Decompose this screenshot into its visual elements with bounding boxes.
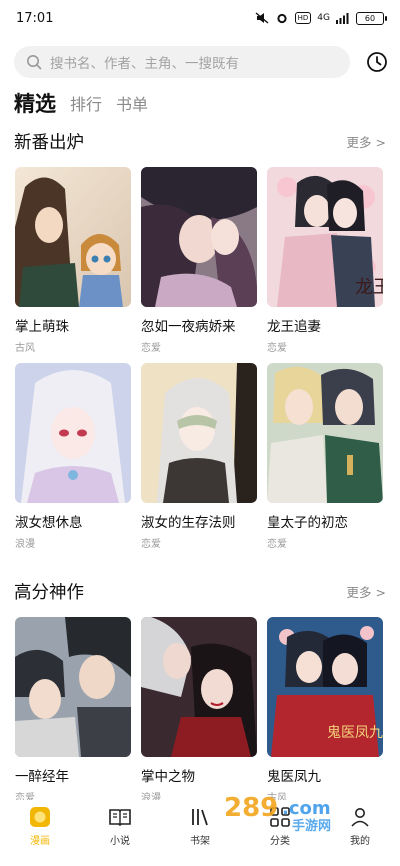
comic-cover[interactable]: [141, 617, 257, 757]
nav-novel[interactable]: 小说: [80, 800, 160, 866]
status-icons: HD 4G 60: [255, 11, 387, 25]
nav-comic[interactable]: 漫画: [0, 800, 80, 866]
comic-icon: [30, 807, 50, 827]
comic-card[interactable]: 掌中之物 浪漫: [141, 617, 257, 804]
tab-ranking[interactable]: 排行: [70, 91, 102, 118]
comic-genre: 恋爱: [141, 539, 161, 550]
comic-genre: 浪漫: [15, 539, 35, 550]
status-bar: 17:01 HD 4G 60: [0, 0, 400, 36]
history-clock-icon[interactable]: [366, 51, 388, 73]
comic-title[interactable]: 龙王追妻: [267, 315, 383, 335]
signal-icon: [336, 12, 350, 24]
comic-card[interactable]: 龙王 龙王追妻 恋爱: [267, 167, 383, 354]
comic-card[interactable]: 忽如一夜病娇来 恋爱: [141, 167, 257, 354]
comic-cover[interactable]: 鬼医凤九: [267, 617, 383, 757]
comic-cover[interactable]: [15, 617, 131, 757]
section-title: 高分神作: [14, 582, 84, 603]
search-placeholder: 搜书名、作者、主角、一搜既有: [50, 56, 239, 72]
more-link[interactable]: 更多 >: [347, 132, 386, 151]
comic-card[interactable]: 掌上萌珠 古风: [15, 167, 131, 354]
hd-badge: HD: [294, 12, 312, 24]
search-icon: [27, 55, 42, 70]
comic-genre: 恋爱: [267, 539, 287, 550]
comic-cover[interactable]: [141, 167, 257, 307]
more-link[interactable]: 更多 >: [347, 582, 386, 601]
alarm-icon: [275, 12, 289, 24]
comic-title[interactable]: 鬼医凤九: [267, 765, 383, 785]
status-time: 17:01: [16, 10, 54, 26]
top-tabs: 精选 排行 书单: [14, 86, 148, 118]
comic-title[interactable]: 皇太子的初恋: [267, 511, 383, 531]
comic-title[interactable]: 忽如一夜病娇来: [141, 315, 257, 335]
comic-genre: 古风: [15, 343, 35, 354]
comic-title[interactable]: 淑女的生存法则: [141, 511, 257, 531]
comic-cover[interactable]: 龙王: [267, 167, 383, 307]
svg-text:289: 289: [224, 793, 278, 823]
cover-calligraphy: 鬼医凤九: [327, 725, 383, 741]
comic-genre: 恋爱: [141, 343, 161, 354]
comic-title[interactable]: 一醉经年: [15, 765, 131, 785]
comic-cover[interactable]: [141, 363, 257, 503]
section-top-rated-header: 高分神作 更多 >: [14, 578, 386, 604]
comic-cover[interactable]: [15, 363, 131, 503]
tab-featured[interactable]: 精选: [14, 88, 56, 118]
section-title: 新番出炉: [14, 132, 84, 153]
comic-genre: 恋爱: [267, 343, 287, 354]
bookshelf-icon: [192, 809, 208, 826]
search-input[interactable]: 搜书名、作者、主角、一搜既有: [14, 46, 350, 78]
comic-title[interactable]: 淑女想休息: [15, 511, 131, 531]
nav-label: 小说: [110, 836, 130, 847]
book-open-icon: [109, 809, 131, 827]
comic-cover[interactable]: [267, 363, 383, 503]
comic-card[interactable]: 鬼医凤九 鬼医凤九 古风: [267, 617, 383, 804]
section-new-header: 新番出炉 更多 >: [14, 128, 386, 154]
search-row: 搜书名、作者、主角、一搜既有: [14, 46, 388, 78]
nav-label: 书架: [190, 836, 210, 847]
cover-calligraphy: 龙王: [355, 277, 383, 298]
comic-card[interactable]: 淑女想休息 浪漫: [15, 363, 131, 550]
network-label: 4G: [317, 13, 330, 23]
comic-card[interactable]: 淑女的生存法则 恋爱: [141, 363, 257, 550]
nav-label: 漫画: [30, 836, 50, 847]
comic-card[interactable]: 一醉经年 恋爱: [15, 617, 131, 804]
tab-booklist[interactable]: 书单: [116, 91, 148, 118]
svg-text:手游网: 手游网: [292, 818, 331, 832]
svg-text:.com: .com: [282, 798, 331, 819]
mute-icon: [255, 12, 269, 24]
comic-cover[interactable]: [15, 167, 131, 307]
comic-title[interactable]: 掌中之物: [141, 765, 257, 785]
nav-label: 分类: [270, 836, 290, 847]
watermark-logo: 289 .com 手游网: [224, 793, 331, 832]
comic-title[interactable]: 掌上萌珠: [15, 315, 131, 335]
comic-card[interactable]: 皇太子的初恋 恋爱: [267, 363, 383, 550]
battery-icon: 60: [356, 11, 387, 25]
nav-label: 我的: [350, 836, 370, 847]
